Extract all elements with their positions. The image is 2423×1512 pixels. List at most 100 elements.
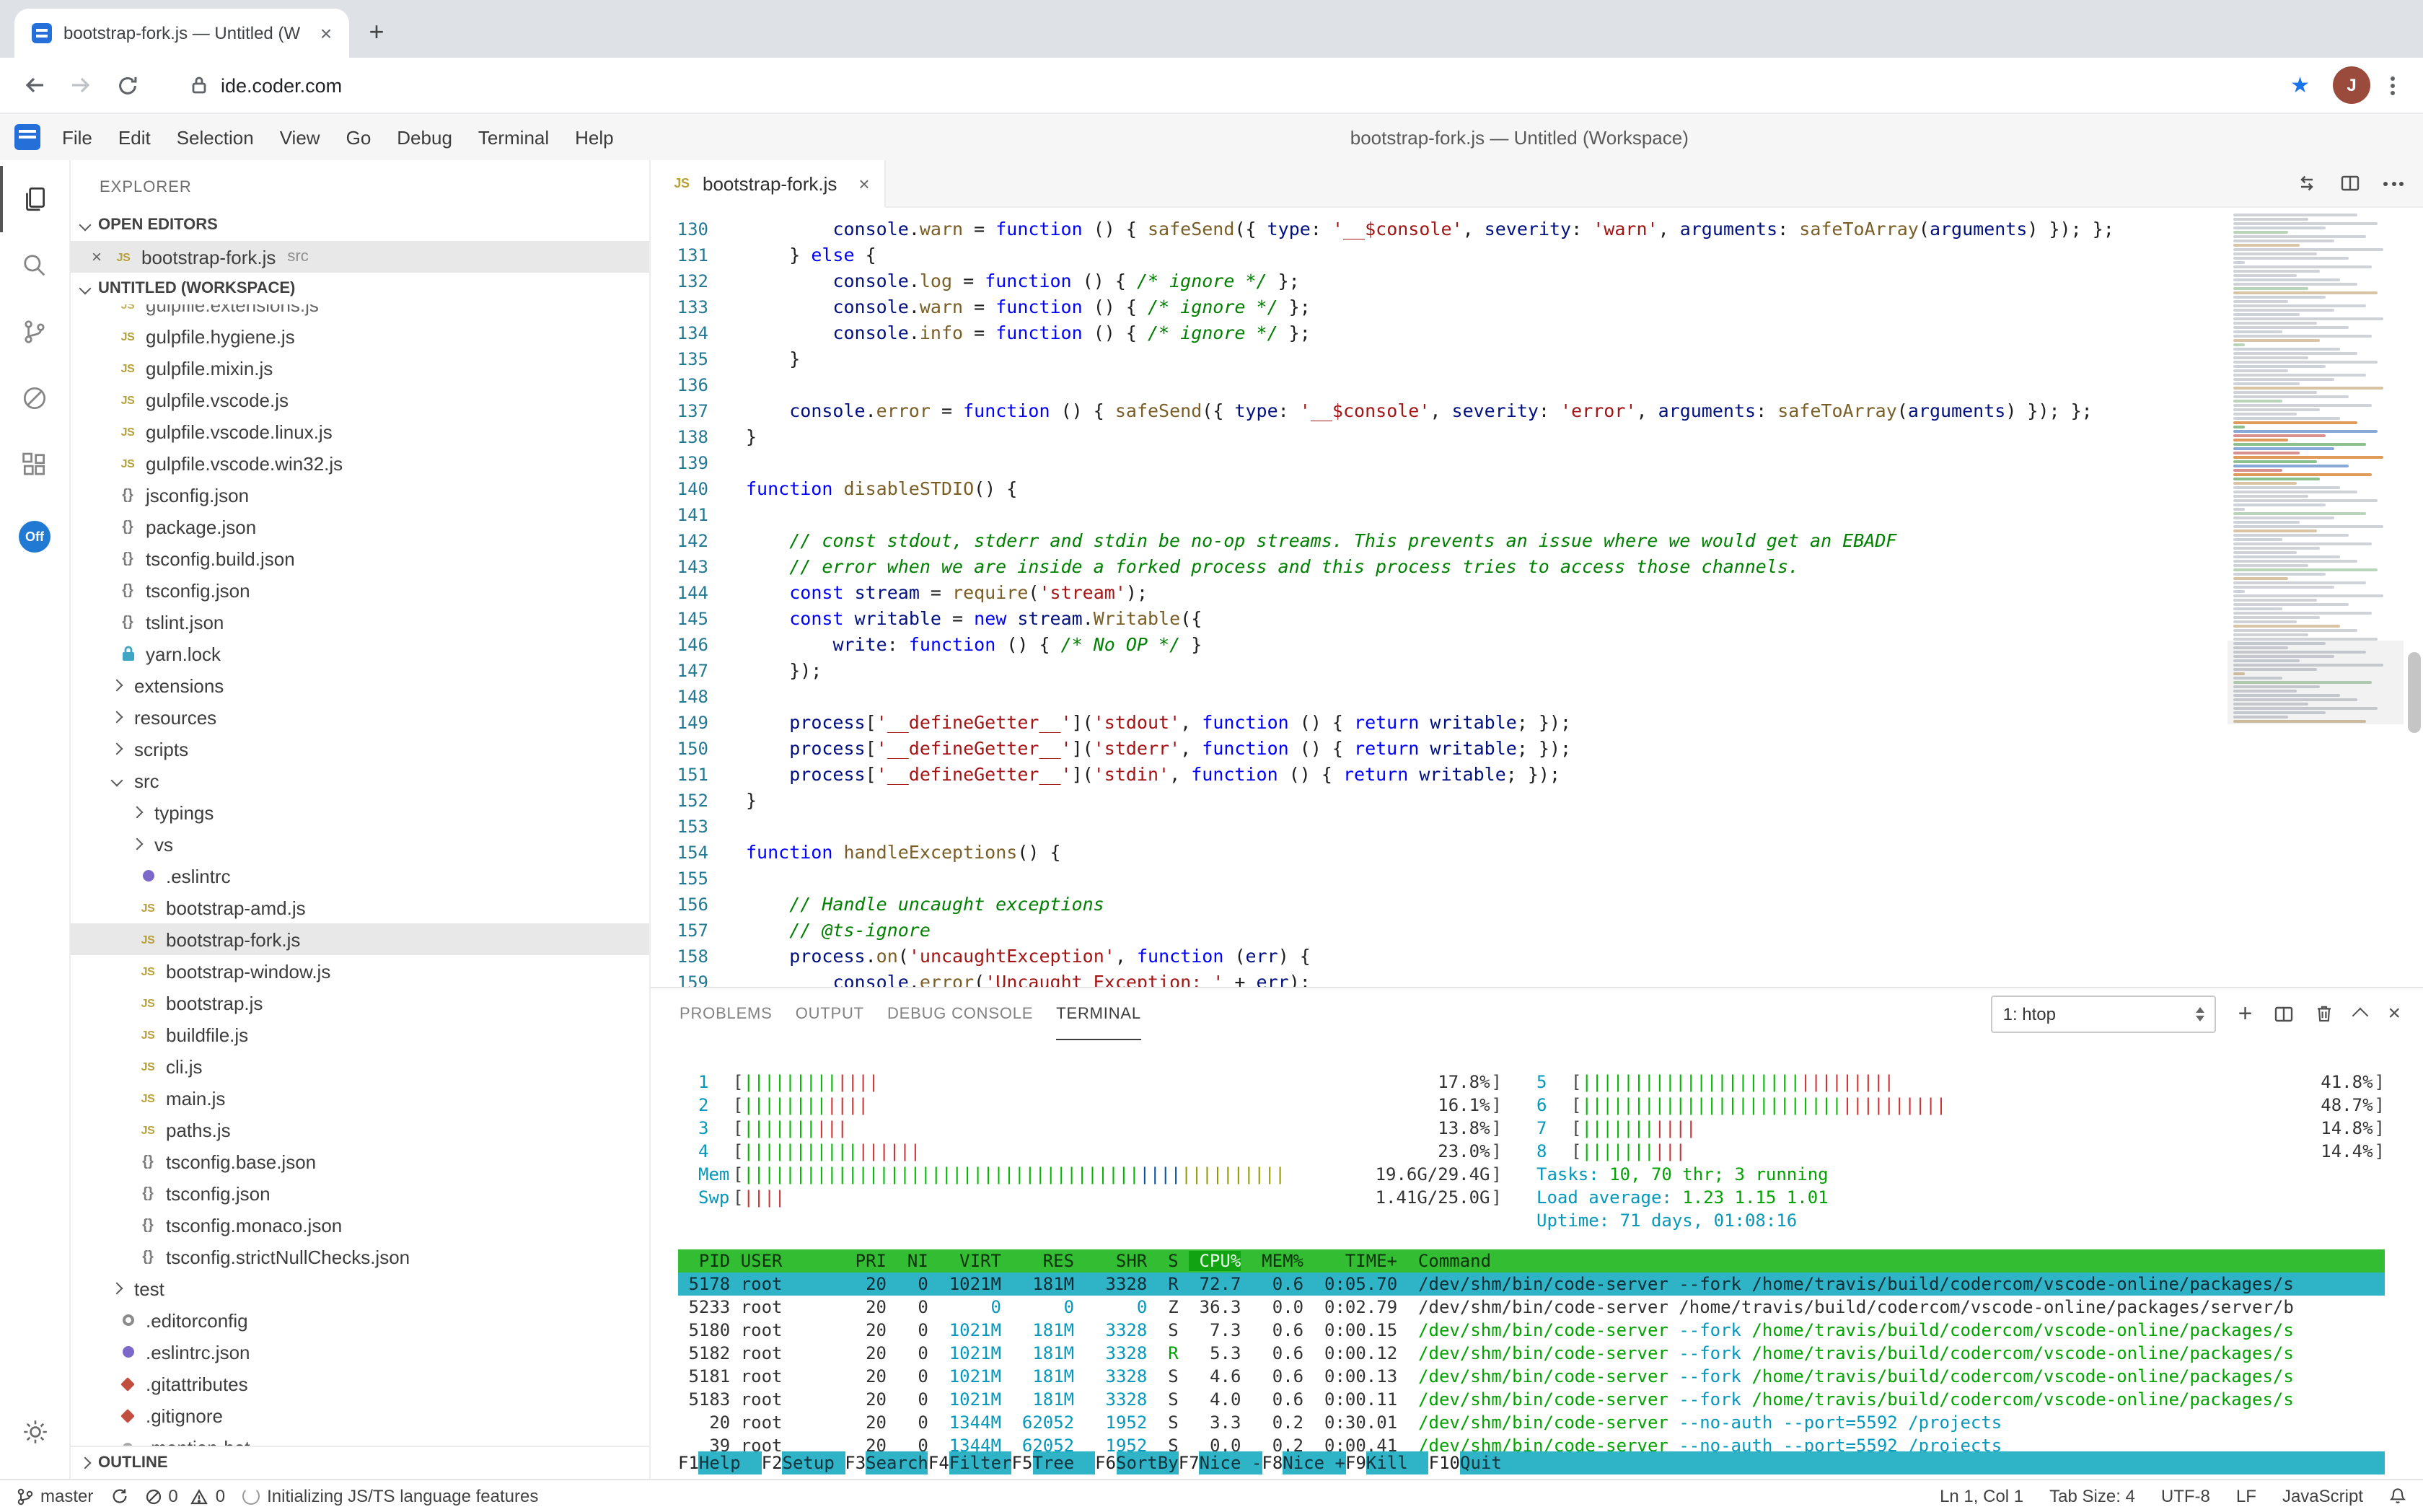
branch-indicator[interactable]: master xyxy=(17,1486,93,1506)
profile-avatar[interactable]: J xyxy=(2333,66,2370,104)
status-item[interactable]: JavaScript xyxy=(2282,1486,2363,1506)
editor-tab-bootstrap-fork[interactable]: JS bootstrap-fork.js × xyxy=(651,160,886,208)
status-message[interactable]: Initializing JS/TS language features xyxy=(242,1486,538,1506)
url-text[interactable]: ide.coder.com xyxy=(221,74,342,96)
bookmark-star-icon[interactable]: ★ xyxy=(2282,72,2318,98)
more-actions-icon[interactable] xyxy=(2383,181,2404,185)
new-tab-button[interactable]: + xyxy=(358,13,395,50)
activitybar-search[interactable] xyxy=(0,232,69,299)
process-row[interactable]: 5180 root 20 0 1021M 181M 3328 S 7.3 0.6… xyxy=(678,1319,2385,1342)
panel-tab-terminal[interactable]: TERMINAL xyxy=(1056,988,1141,1040)
fkey-label[interactable]: Search xyxy=(866,1451,928,1474)
status-item[interactable]: LF xyxy=(2236,1486,2256,1506)
status-item[interactable]: Ln 1, Col 1 xyxy=(1940,1486,2023,1506)
fkey-label[interactable]: Kill xyxy=(1366,1451,1429,1474)
fkey-label[interactable]: Nice + xyxy=(1283,1451,1345,1474)
menu-terminal[interactable]: Terminal xyxy=(465,114,562,160)
tree-item[interactable]: JSbootstrap-amd.js xyxy=(71,892,649,923)
tree-item[interactable]: {}tsconfig.monaco.json xyxy=(71,1209,649,1241)
tree-item[interactable]: JSgulpfile.extensions.js xyxy=(71,304,649,320)
fkey[interactable]: F6 xyxy=(1095,1451,1116,1474)
fkey[interactable]: F10 xyxy=(1429,1451,1460,1474)
status-item[interactable]: UTF-8 xyxy=(2161,1486,2210,1506)
close-panel-icon[interactable]: × xyxy=(2388,1001,2401,1026)
maximize-panel-icon[interactable] xyxy=(2352,1008,2369,1024)
tree-item[interactable]: .gitignore xyxy=(71,1399,649,1431)
browser-tab-close-icon[interactable]: × xyxy=(315,22,338,45)
tree-item[interactable]: {}tslint.json xyxy=(71,606,649,638)
fkey[interactable]: F2 xyxy=(762,1451,783,1474)
tree-item[interactable]: JSmain.js xyxy=(71,1082,649,1114)
section-open-editors[interactable]: OPEN EDITORS xyxy=(71,209,649,241)
browser-tab[interactable]: bootstrap-fork.js — Untitled (W × xyxy=(14,9,349,58)
tree-item[interactable]: JSgulpfile.vscode.win32.js xyxy=(71,447,649,479)
activitybar-extensions[interactable] xyxy=(0,431,69,498)
notifications-bell-icon[interactable] xyxy=(2389,1487,2406,1505)
tree-item[interactable]: {}tsconfig.base.json xyxy=(71,1146,649,1177)
fkey[interactable]: F7 xyxy=(1179,1451,1200,1474)
section-outline[interactable]: OUTLINE xyxy=(71,1446,649,1479)
fkey-label[interactable]: Filter xyxy=(949,1451,1012,1474)
tree-item[interactable]: JSgulpfile.vscode.linux.js xyxy=(71,416,649,447)
tree-item[interactable]: JSgulpfile.vscode.js xyxy=(71,384,649,416)
new-terminal-icon[interactable]: + xyxy=(2238,1001,2253,1026)
panel-tab-debug-console[interactable]: DEBUG CONSOLE xyxy=(887,988,1033,1040)
address-bar[interactable]: ide.coder.com ★ xyxy=(153,72,2318,98)
tree-item[interactable]: {}tsconfig.build.json xyxy=(71,542,649,574)
menu-go[interactable]: Go xyxy=(333,114,384,160)
tree-item[interactable]: scripts xyxy=(71,733,649,765)
tree-item[interactable]: test xyxy=(71,1273,649,1304)
sync-button[interactable] xyxy=(110,1487,128,1505)
tree-item[interactable]: {}tsconfig.strictNullChecks.json xyxy=(71,1241,649,1273)
problems-indicator[interactable]: 0 0 xyxy=(145,1486,225,1506)
back-button[interactable] xyxy=(14,65,55,105)
fkey-label[interactable]: Help xyxy=(699,1451,762,1474)
settings-gear-icon[interactable] xyxy=(0,1398,69,1464)
menu-file[interactable]: File xyxy=(49,114,105,160)
tab-close-icon[interactable]: × xyxy=(858,172,869,194)
fkey-label[interactable]: Nice - xyxy=(1200,1451,1262,1474)
process-row[interactable]: 5178 root 20 0 1021M 181M 3328 R 72.7 0.… xyxy=(678,1273,2385,1296)
tree-item[interactable]: JSpaths.js xyxy=(71,1114,649,1146)
forward-button[interactable] xyxy=(61,65,101,105)
activitybar-debug[interactable] xyxy=(0,365,69,431)
fkey[interactable]: F1 xyxy=(678,1451,699,1474)
panel-tab-problems[interactable]: PROBLEMS xyxy=(680,988,773,1040)
tree-item[interactable]: JSgulpfile.mixin.js xyxy=(71,352,649,384)
activitybar-explorer[interactable] xyxy=(0,166,69,232)
fkey[interactable]: F5 xyxy=(1012,1451,1033,1474)
open-changes-icon[interactable] xyxy=(2297,173,2317,193)
tree-item[interactable]: .gitattributes xyxy=(71,1368,649,1399)
tree-item[interactable]: JSbootstrap.js xyxy=(71,987,649,1019)
telemetry-off-badge[interactable]: Off xyxy=(19,521,50,553)
tree-item[interactable]: .editorconfig xyxy=(71,1304,649,1336)
activitybar-source-control[interactable] xyxy=(0,299,69,365)
tree-item[interactable]: .eslintrc xyxy=(71,860,649,892)
tree-item[interactable]: resources xyxy=(71,701,649,733)
fkey[interactable]: F8 xyxy=(1262,1451,1283,1474)
fkey-label[interactable]: Setup xyxy=(783,1451,845,1474)
tree-item[interactable]: JSgulpfile.hygiene.js xyxy=(71,320,649,352)
tree-item[interactable]: .eslintrc.json xyxy=(71,1336,649,1368)
htop-table-header[interactable]: PID USER PRI NI VIRT RES SHR S CPU% MEM%… xyxy=(678,1249,2385,1273)
fkey[interactable]: F4 xyxy=(928,1451,949,1474)
process-row[interactable]: 20 root 20 0 1344M 62052 1952 S 3.3 0.2 … xyxy=(678,1411,2385,1434)
fkey-label[interactable]: SortBy xyxy=(1116,1451,1179,1474)
menu-selection[interactable]: Selection xyxy=(164,114,267,160)
close-icon[interactable]: × xyxy=(88,247,105,267)
tree-item[interactable]: vs xyxy=(71,828,649,860)
process-row[interactable]: 5182 root 20 0 1021M 181M 3328 R 5.3 0.6… xyxy=(678,1342,2385,1365)
process-row[interactable]: 5233 root 20 0 0 0 0 Z 36.3 0.0 0:02.79 … xyxy=(678,1296,2385,1319)
menu-debug[interactable]: Debug xyxy=(384,114,465,160)
editor-scrollbar-thumb[interactable] xyxy=(2408,652,2421,733)
app-logo-icon[interactable] xyxy=(14,124,40,150)
tree-item[interactable]: {}package.json xyxy=(71,511,649,542)
tree-item[interactable]: {}jsconfig.json xyxy=(71,479,649,511)
status-item[interactable]: Tab Size: 4 xyxy=(2049,1486,2135,1506)
fkey-label[interactable]: Quit xyxy=(1460,1451,1523,1474)
menu-view[interactable]: View xyxy=(267,114,333,160)
tree-item[interactable]: yarn.lock xyxy=(71,638,649,669)
open-editor-item[interactable]: × JS bootstrap-fork.js src xyxy=(71,241,649,273)
fkey-label[interactable]: Tree xyxy=(1032,1451,1095,1474)
fkey[interactable]: F3 xyxy=(845,1451,866,1474)
